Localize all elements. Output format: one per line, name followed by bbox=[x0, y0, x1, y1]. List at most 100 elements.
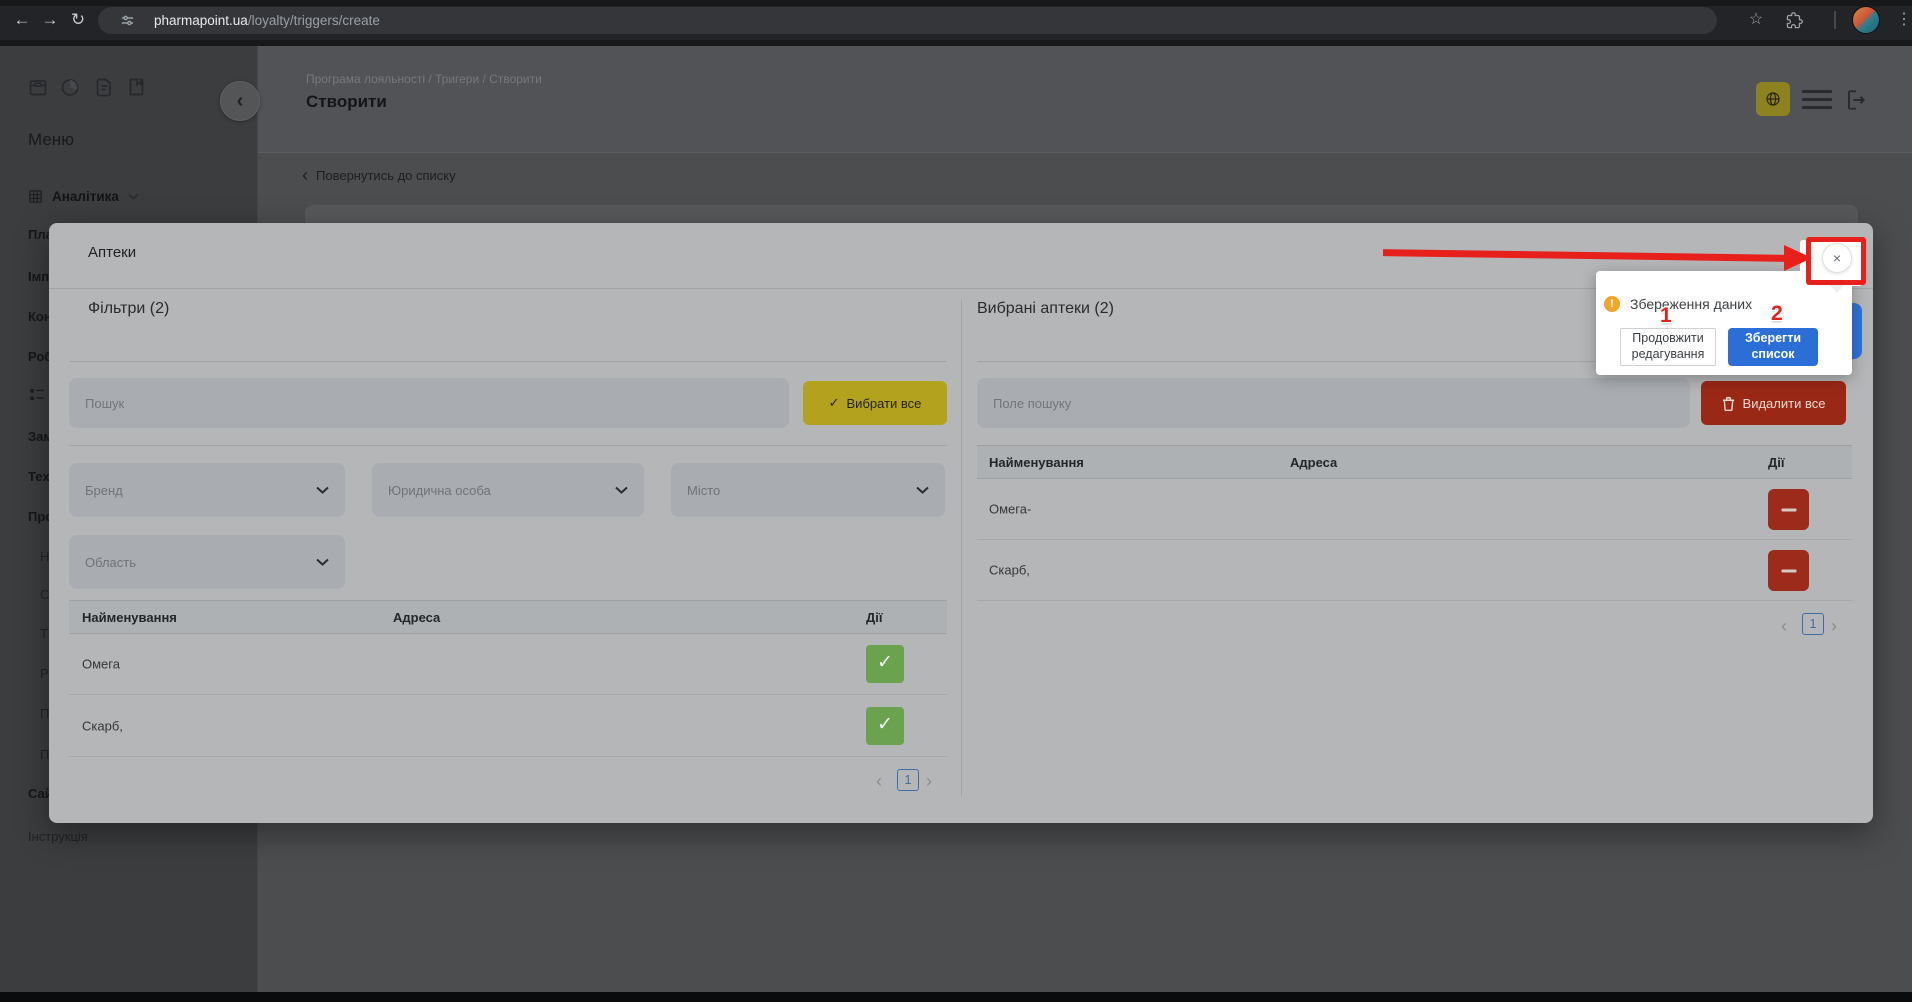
save-list-line2: список bbox=[1751, 347, 1794, 363]
legal-entity-dropdown[interactable]: Юридична особа bbox=[372, 463, 644, 517]
selected-search-input[interactable] bbox=[977, 378, 1690, 428]
check-icon: ✓ bbox=[829, 395, 840, 411]
pagination-prev[interactable]: ‹ bbox=[1781, 615, 1787, 637]
column-header-actions: Дії bbox=[866, 610, 883, 625]
archive-box-icon[interactable] bbox=[26, 75, 50, 101]
selected-title: Вибрані аптеки (2) bbox=[977, 300, 1114, 318]
brand-dropdown[interactable]: Бренд bbox=[69, 463, 345, 517]
pharmacy-name: Омега- bbox=[989, 502, 1031, 517]
column-header-address: Адреса bbox=[393, 610, 440, 625]
header-divider bbox=[258, 152, 1912, 153]
page-header bbox=[258, 46, 1912, 152]
delete-all-button[interactable]: Видалити все bbox=[1701, 381, 1846, 425]
popover-tail bbox=[1829, 284, 1845, 293]
sidebar-subitem[interactable]: П bbox=[40, 747, 49, 762]
sidebar-item-label: Аналітика bbox=[52, 189, 119, 204]
back-to-list-label: Повернутись до списку bbox=[316, 168, 456, 183]
book-icon[interactable] bbox=[124, 75, 148, 101]
column-header-name: Найменування bbox=[989, 455, 1084, 470]
minus-icon bbox=[1781, 569, 1796, 572]
dropdown-label: Область bbox=[85, 555, 136, 570]
filters-table-header: Найменування Адреса Дії bbox=[69, 600, 947, 634]
sidebar-subitem[interactable]: Т bbox=[40, 626, 48, 641]
select-all-label: Вибрати все bbox=[847, 396, 922, 411]
chevron-down-icon bbox=[615, 486, 628, 494]
sidebar-item-instruction[interactable]: Інструкція bbox=[28, 829, 88, 844]
chrome-separator bbox=[1834, 11, 1836, 29]
sidebar-subitem[interactable]: С bbox=[40, 587, 49, 602]
extensions-icon[interactable] bbox=[1782, 9, 1806, 33]
globe-icon bbox=[1764, 90, 1782, 108]
url-text: pharmapoint.ua/loyalty/triggers/create bbox=[154, 13, 380, 28]
continue-editing-line1: Продовжити bbox=[1632, 331, 1703, 347]
sidebar-item[interactable]: Тех bbox=[28, 469, 50, 484]
site-info-icon[interactable] bbox=[120, 13, 135, 28]
pharmacy-search-input[interactable] bbox=[69, 378, 789, 428]
logout-icon[interactable] bbox=[1842, 87, 1868, 113]
sidebar-subitem[interactable]: П bbox=[40, 706, 49, 721]
popover-title: Збереження даних bbox=[1630, 296, 1752, 312]
bookmark-star-icon[interactable]: ☆ bbox=[1744, 8, 1768, 32]
document-icon[interactable] bbox=[92, 75, 116, 101]
collapse-sidebar-button[interactable]: ‹ bbox=[220, 81, 260, 121]
search-divider bbox=[69, 445, 947, 446]
pagination-page[interactable]: 1 bbox=[1802, 613, 1824, 635]
delete-all-label: Видалити все bbox=[1743, 396, 1826, 411]
sidebar-subitem[interactable]: Н bbox=[40, 549, 49, 564]
sidebar-subitem[interactable]: Р bbox=[40, 666, 49, 681]
url-bar[interactable]: pharmapoint.ua/loyalty/triggers/create bbox=[98, 7, 1717, 34]
content-card-edge bbox=[305, 205, 1858, 223]
table-row: Омега ✓ bbox=[69, 634, 947, 695]
save-list-button[interactable]: Зберегти список bbox=[1728, 328, 1818, 366]
continue-editing-button[interactable]: Продовжити редагування bbox=[1620, 328, 1716, 366]
sidebar-item-analytics[interactable]: Аналітика bbox=[28, 189, 139, 204]
trash-icon bbox=[1722, 396, 1735, 411]
add-pharmacy-button[interactable]: ✓ bbox=[866, 645, 904, 683]
pagination-prev[interactable]: ‹ bbox=[876, 770, 882, 792]
pagination-next[interactable]: › bbox=[1831, 615, 1837, 637]
browser-back-icon[interactable]: ← bbox=[10, 8, 34, 32]
annotation-step-1: 1 bbox=[1660, 304, 1672, 328]
browser-menu-icon[interactable]: ⋮ bbox=[1892, 8, 1912, 32]
url-host: pharmapoint.ua bbox=[154, 13, 248, 28]
add-pharmacy-button[interactable]: ✓ bbox=[866, 707, 904, 745]
menu-title: Меню bbox=[28, 130, 74, 150]
profile-avatar[interactable] bbox=[1852, 6, 1880, 34]
chevron-left-icon: ‹ bbox=[302, 169, 308, 182]
chevron-down-icon bbox=[128, 193, 139, 200]
browser-chrome: ← → ↻ pharmapoint.ua/loyalty/triggers/cr… bbox=[0, 0, 1912, 40]
chevron-down-icon bbox=[916, 486, 929, 494]
city-dropdown[interactable]: Місто bbox=[671, 463, 945, 517]
table-row: Скарб, ✓ bbox=[69, 695, 947, 757]
language-button[interactable] bbox=[1756, 82, 1790, 116]
breadcrumb: Програма лояльності / Тригери / Створити bbox=[306, 72, 542, 86]
pagination-page[interactable]: 1 bbox=[897, 769, 919, 791]
pharmacy-name: Скарб, bbox=[989, 563, 1030, 578]
back-to-list-link[interactable]: ‹ Повернутись до списку bbox=[302, 168, 456, 183]
annotation-step-2: 2 bbox=[1771, 302, 1783, 326]
modal-column-divider bbox=[961, 300, 962, 796]
selected-table-header: Найменування Адреса Дії bbox=[977, 445, 1852, 479]
hamburger-menu-icon[interactable] bbox=[1802, 90, 1832, 110]
sidebar-item[interactable]: Імп bbox=[28, 269, 49, 284]
chevron-down-icon bbox=[316, 486, 329, 494]
browser-forward-icon[interactable]: → bbox=[38, 8, 62, 32]
pharmacy-name: Омега bbox=[82, 657, 120, 672]
region-dropdown[interactable]: Область bbox=[69, 535, 345, 589]
chevron-down-icon bbox=[316, 558, 329, 566]
table-row: Скарб, bbox=[977, 540, 1852, 601]
page-title: Створити bbox=[306, 92, 387, 112]
remove-pharmacy-button[interactable] bbox=[1768, 489, 1809, 530]
continue-editing-line2: редагування bbox=[1632, 347, 1705, 363]
screen-bottom-edge bbox=[0, 992, 1912, 1002]
pharmacy-name: Скарб, bbox=[82, 718, 123, 733]
select-all-button[interactable]: ✓ Вибрати все bbox=[803, 381, 947, 425]
browser-reload-icon[interactable]: ↻ bbox=[66, 8, 90, 32]
save-list-line1: Зберегти bbox=[1745, 331, 1801, 347]
pagination-next[interactable]: › bbox=[926, 770, 932, 792]
list-icon[interactable] bbox=[28, 386, 46, 404]
pie-chart-icon[interactable] bbox=[58, 75, 82, 101]
grid-icon bbox=[28, 189, 43, 204]
warning-icon: ! bbox=[1604, 296, 1620, 312]
remove-pharmacy-button[interactable] bbox=[1768, 550, 1809, 591]
